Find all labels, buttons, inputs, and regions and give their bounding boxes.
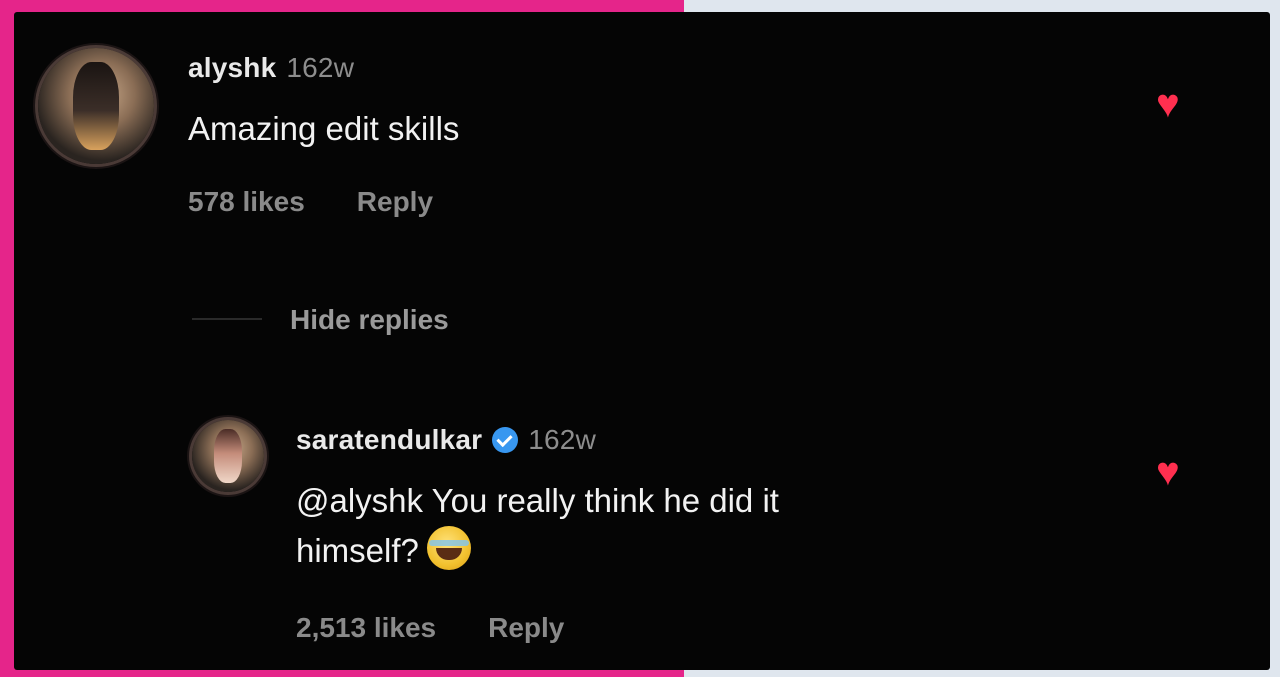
- avatar-image: [213, 428, 243, 484]
- username-link[interactable]: alyshk: [188, 52, 276, 83]
- reply-text-line: himself?: [296, 532, 419, 569]
- reply-text-line: @alyshk You really think he did it: [296, 482, 779, 519]
- comment-meta: 578 likes Reply: [188, 186, 485, 218]
- avatar-image: [72, 61, 120, 151]
- comment-text: Amazing edit skills: [188, 110, 460, 147]
- verified-badge-icon: [492, 427, 519, 453]
- avatar[interactable]: [192, 420, 264, 492]
- likes-count[interactable]: 578 likes: [188, 186, 305, 217]
- thread-divider: [192, 318, 262, 320]
- username-link[interactable]: saratendulkar: [296, 424, 482, 455]
- crying-laughing-emoji-icon: [426, 526, 471, 570]
- comments-panel: alyshk 162w Amazing edit skills 578 likes…: [14, 12, 1270, 670]
- hide-replies-button[interactable]: Hide replies: [290, 304, 449, 336]
- reply-header: saratendulkar 162w: [296, 424, 596, 456]
- heart-icon[interactable]: ♥: [1156, 84, 1180, 124]
- reply-timestamp: 162w: [528, 424, 596, 455]
- heart-icon[interactable]: ♥: [1156, 452, 1180, 492]
- reply-button[interactable]: Reply: [488, 612, 564, 643]
- avatar[interactable]: [38, 48, 154, 164]
- likes-count[interactable]: 2,513 likes: [296, 612, 436, 643]
- comment-header: alyshk 162w: [188, 52, 354, 84]
- reply-text: @alyshk You really think he did it himse…: [296, 478, 779, 574]
- reply-meta: 2,513 likes Reply: [296, 612, 616, 644]
- comment-timestamp: 162w: [286, 52, 355, 83]
- reply-button[interactable]: Reply: [357, 186, 433, 217]
